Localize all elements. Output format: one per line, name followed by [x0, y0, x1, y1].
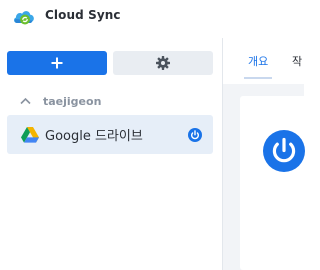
tab-task[interactable]: 작 [292, 53, 302, 69]
cloud-sync-app-icon [14, 11, 34, 25]
connection-label: Google 드라이브 [45, 129, 143, 144]
app-title: Cloud Sync [45, 8, 121, 22]
plus-icon [51, 57, 63, 69]
group-name: taejigeon [43, 94, 102, 108]
chevron-up-icon [20, 97, 31, 105]
group-header[interactable]: taejigeon [20, 93, 101, 109]
settings-button[interactable] [113, 51, 213, 75]
power-icon [263, 130, 305, 172]
power-icon [188, 128, 202, 142]
active-tab-indicator [244, 77, 272, 79]
sidebar: taejigeon Google 드라이브 [0, 38, 222, 270]
google-drive-icon [21, 127, 39, 143]
tab-overview[interactable]: 개요 [248, 53, 268, 69]
add-button[interactable] [7, 51, 107, 75]
status-card [240, 96, 310, 270]
gear-icon [156, 56, 170, 70]
main-panel: 개요 작 [223, 38, 310, 270]
tab-bar: 개요 작 [223, 38, 304, 84]
connection-item-google-drive[interactable]: Google 드라이브 [7, 115, 213, 154]
title-bar: Cloud Sync [0, 0, 304, 32]
